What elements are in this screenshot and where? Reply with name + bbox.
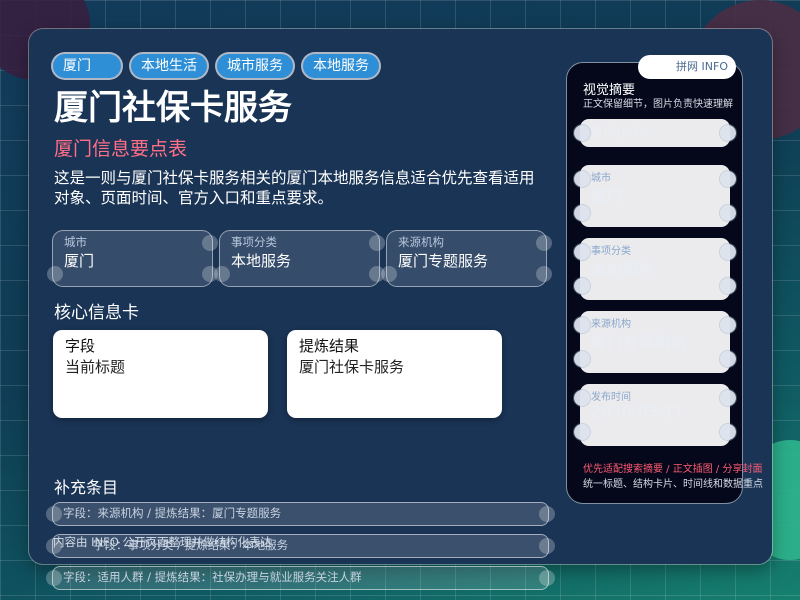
phone-card-value: 本地服务 xyxy=(591,260,656,279)
decor-dot xyxy=(720,125,736,141)
page-subtitle: 厦门信息要点表 xyxy=(54,138,188,160)
decor-dot xyxy=(214,266,230,282)
decor-dot xyxy=(720,390,736,406)
phone-card: 发布时间 2026-03-11 xyxy=(574,384,736,446)
decor-dot xyxy=(720,244,736,260)
info-card-city: 城市 厦门 xyxy=(47,231,218,286)
decor-dot xyxy=(574,351,590,367)
decor-dot xyxy=(720,351,736,367)
decor-dot xyxy=(720,317,736,333)
decor-dot xyxy=(720,424,736,440)
info-card-label: 城市 xyxy=(64,235,87,249)
info-card-label: 来源机构 xyxy=(398,235,444,249)
info-card-category: 事项分类 本地服务 xyxy=(214,231,385,286)
phone-subtitle: 正文保留细节，图片负责快速理解 xyxy=(583,99,733,110)
phone-card-label: 发布时间 xyxy=(591,392,631,403)
phone-card: 来源机构 厦门专题服务 xyxy=(574,311,736,373)
tag[interactable]: 本地服务 xyxy=(303,54,379,78)
tag[interactable]: 城市服务 xyxy=(217,54,293,78)
phone-card-value: 厦门专题服务 xyxy=(591,333,688,352)
core-card-label: 字段 xyxy=(65,337,96,355)
source-note: 内容由 INFO 公开页面整理并做结构化表达 xyxy=(53,535,272,549)
page-title: 厦门社保卡服务 xyxy=(54,88,292,128)
tag[interactable]: 本地生活 xyxy=(131,54,207,78)
core-card-label: 提炼结果 xyxy=(299,337,360,355)
section-title-core: 核心信息卡 xyxy=(54,303,139,323)
decor-dot xyxy=(381,266,397,282)
decor-dot xyxy=(574,171,590,187)
decor-dot xyxy=(46,506,62,522)
info-card-label: 事项分类 xyxy=(231,235,277,249)
list-item: 字段：适用人群 / 提炼结果：社保办理与就业服务关注人群 xyxy=(46,567,555,589)
decor-dot xyxy=(539,506,555,522)
section-title-supplement: 补充条目 xyxy=(54,478,119,497)
phone-footer-highlight: 优先适配搜索摘要 / 正文插图 / 分享封面 xyxy=(583,464,763,475)
list-item-text: 字段：适用人群 / 提炼结果：社保办理与就业服务关注人群 xyxy=(63,570,362,584)
decor-dot xyxy=(574,424,590,440)
decor-dot xyxy=(574,125,590,141)
phone-card-value: 厦门社保卡 xyxy=(591,125,652,139)
decor-dot xyxy=(202,235,218,251)
decor-dot xyxy=(720,278,736,294)
phone-card: 城市 厦门 xyxy=(574,165,736,227)
decor-dot xyxy=(574,244,590,260)
tag[interactable]: 厦门 xyxy=(53,54,121,78)
decor-dot xyxy=(539,538,555,554)
decor-dot xyxy=(536,235,552,251)
decor-dot xyxy=(574,278,590,294)
decor-dot xyxy=(574,205,590,221)
decor-dot xyxy=(720,205,736,221)
phone-card: 事项分类 本地服务 xyxy=(574,238,736,300)
info-card-value: 本地服务 xyxy=(231,252,292,270)
phone-card: 厦门社保卡 xyxy=(574,119,736,147)
decor-dot xyxy=(574,390,590,406)
phone-card-value: 2026-03-11 xyxy=(591,402,684,421)
core-card-value: 当前标题 xyxy=(65,358,126,376)
brand-pill: 拼网 INFO xyxy=(638,55,736,79)
decor-dot xyxy=(46,570,62,586)
phone-card-label: 来源机构 xyxy=(591,319,631,330)
phone-card-label: 事项分类 xyxy=(591,246,631,257)
info-card-value: 厦门 xyxy=(64,252,95,270)
decor-dot xyxy=(539,570,555,586)
phone-card-label: 城市 xyxy=(591,173,611,184)
decor-dot xyxy=(574,317,590,333)
decor-dot xyxy=(47,266,63,282)
core-card-value: 厦门社保卡服务 xyxy=(299,358,405,376)
list-item-text: 字段：来源机构 / 提炼结果：厦门专题服务 xyxy=(63,506,282,520)
core-card: 字段 当前标题 xyxy=(53,330,268,418)
core-card: 提炼结果 厦门社保卡服务 xyxy=(287,330,502,418)
description: 这是一则与厦门社保卡服务相关的厦门本地服务信息适合优先查看适用对象、页面时间、官… xyxy=(54,169,535,207)
phone-footer-text: 统一标题、结构卡片、时间线和数据重点 xyxy=(583,479,763,490)
decor-dot xyxy=(720,171,736,187)
tag-list: 厦门 本地生活 城市服务 本地服务 xyxy=(53,54,379,78)
info-card-value: 厦门专题服务 xyxy=(398,252,489,270)
info-card-source: 来源机构 厦门专题服务 xyxy=(381,231,552,286)
list-item: 字段：来源机构 / 提炼结果：厦门专题服务 xyxy=(46,503,555,525)
decor-dot xyxy=(536,266,552,282)
phone-card-value: 厦门 xyxy=(591,187,624,206)
decor-dot xyxy=(369,235,385,251)
